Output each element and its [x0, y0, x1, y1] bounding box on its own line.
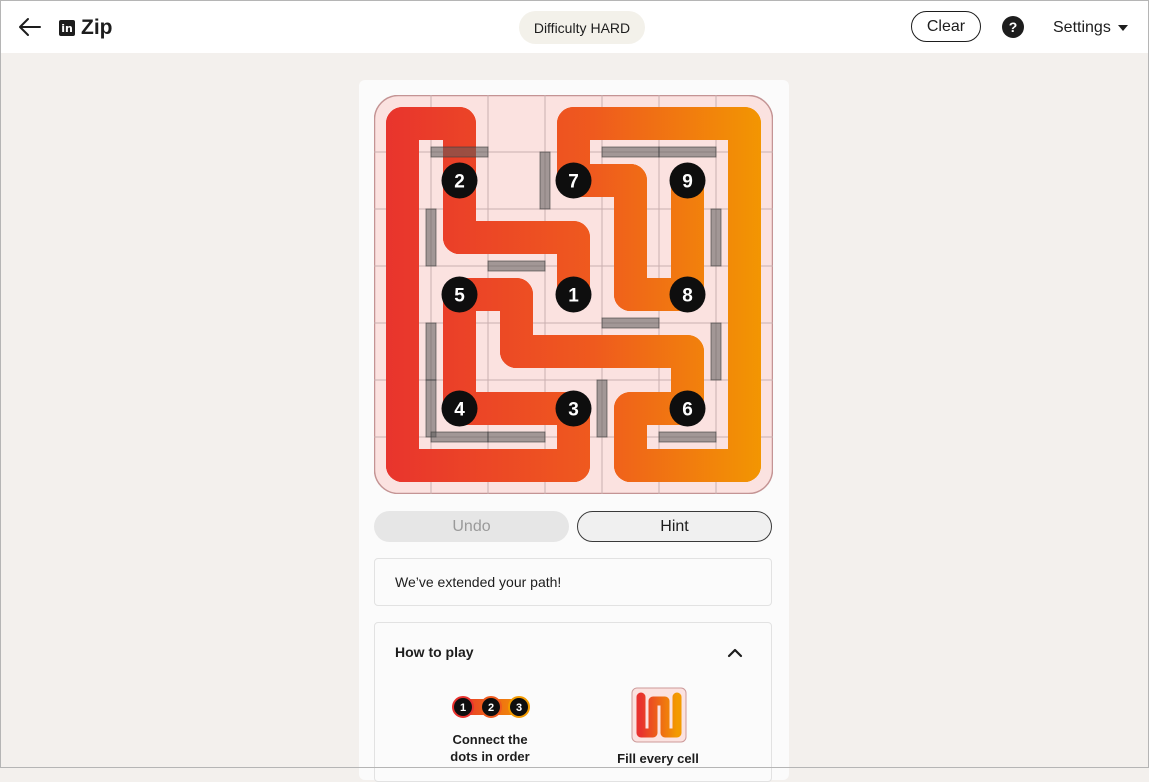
number-dot-label: 3 — [568, 400, 579, 421]
connect-dots-illustration: 1 2 3 — [452, 696, 530, 718]
difficulty-label: Difficulty — [533, 19, 587, 36]
wall-segment — [430, 431, 489, 443]
path-cell[interactable] — [443, 107, 476, 140]
wall-segment — [596, 379, 608, 438]
path-cell[interactable] — [614, 449, 647, 482]
path-cell[interactable] — [614, 392, 647, 425]
path-cell[interactable] — [386, 278, 419, 311]
tip-dot-label: 3 — [516, 702, 522, 714]
undo-button[interactable]: Undo — [374, 511, 569, 542]
chevron-up-icon[interactable] — [725, 643, 745, 663]
number-dot-label: 1 — [568, 286, 579, 307]
number-dot-label: 2 — [454, 172, 465, 193]
path-cell[interactable] — [386, 107, 419, 140]
help-icon[interactable]: ? — [1002, 16, 1024, 38]
wall-segment — [658, 146, 717, 158]
settings-dropdown[interactable]: Settings — [1053, 19, 1128, 37]
linkedin-icon: in — [59, 20, 75, 36]
wall-segment — [487, 260, 546, 272]
path-cell[interactable] — [614, 107, 647, 140]
tip-dot-label: 2 — [488, 702, 494, 714]
number-dot-label: 8 — [682, 286, 693, 307]
path-cell[interactable] — [671, 449, 704, 482]
path-cell[interactable] — [728, 164, 761, 197]
path-cell[interactable] — [557, 449, 590, 482]
wall-segment — [539, 151, 551, 210]
wall-segment — [487, 431, 546, 443]
wall-segment — [710, 208, 722, 267]
tip-connect-line: Connect the — [452, 732, 528, 747]
path-cell[interactable] — [500, 221, 533, 254]
number-dot-label: 6 — [682, 400, 693, 421]
wall-segment — [710, 322, 722, 381]
path-cell[interactable] — [443, 449, 476, 482]
path-cell[interactable] — [671, 221, 704, 254]
how-to-play-panel: How to play 1 2 3 Connect the dots in or… — [374, 622, 772, 782]
tip-connect-line: dots in order — [450, 749, 530, 764]
difficulty-level: HARD — [590, 19, 631, 36]
tip-fill-text: Fill every cell — [617, 751, 699, 766]
path-cell[interactable] — [614, 278, 647, 311]
path-cell[interactable] — [500, 449, 533, 482]
path-cell[interactable] — [614, 221, 647, 254]
number-dot-label: 4 — [454, 400, 465, 421]
path-cell[interactable] — [728, 278, 761, 311]
path-cell[interactable] — [728, 335, 761, 368]
path-cell[interactable] — [671, 107, 704, 140]
number-dot-label: 9 — [682, 172, 693, 193]
path-cell[interactable] — [728, 449, 761, 482]
how-to-play-title[interactable]: How to play — [395, 644, 474, 660]
caret-down-icon — [1117, 25, 1128, 31]
fill-cells-illustration — [631, 687, 687, 743]
puzzle-board[interactable]: 1 2 3 4 5 6 7 8 9 — [374, 95, 773, 494]
path-cell[interactable] — [671, 335, 704, 368]
wall-segment — [425, 322, 437, 381]
wall-segment — [425, 379, 437, 438]
path-cell[interactable] — [728, 221, 761, 254]
status-message-text: We’ve extended your path! — [395, 574, 562, 590]
path-cell[interactable] — [614, 164, 647, 197]
wall-segment — [601, 146, 660, 158]
settings-label: Settings — [1053, 19, 1111, 36]
path-cell[interactable] — [386, 164, 419, 197]
wall-segment — [425, 208, 437, 267]
clear-button[interactable]: Clear — [911, 11, 981, 42]
number-dot-label: 5 — [454, 286, 465, 307]
path-cell[interactable] — [386, 449, 419, 482]
path-cell[interactable] — [443, 335, 476, 368]
path-cell[interactable] — [386, 392, 419, 425]
path-cell[interactable] — [557, 221, 590, 254]
path-cell[interactable] — [500, 335, 533, 368]
wall-segment — [430, 146, 489, 158]
tip-dot-label: 1 — [460, 702, 466, 714]
wall-segment — [601, 317, 660, 329]
path-cell[interactable] — [557, 107, 590, 140]
path-cell[interactable] — [728, 107, 761, 140]
path-cell[interactable] — [557, 335, 590, 368]
path-cell[interactable] — [500, 278, 533, 311]
top-bar: in Zip Difficulty HARD Clear ? Settings — [1, 1, 1148, 53]
difficulty-badge: Difficulty HARD — [519, 11, 645, 44]
path-cell[interactable] — [500, 392, 533, 425]
hint-button[interactable]: Hint — [577, 511, 772, 542]
app-title: Zip — [81, 16, 113, 39]
status-message: We’ve extended your path! — [374, 558, 772, 606]
path-cell[interactable] — [443, 221, 476, 254]
path-cell[interactable] — [386, 335, 419, 368]
app-brand: in Zip — [59, 15, 113, 41]
path-cell[interactable] — [728, 392, 761, 425]
tip-connect-text: Connect the dots in order — [427, 731, 553, 765]
path-cell[interactable] — [614, 335, 647, 368]
path-cell[interactable] — [386, 221, 419, 254]
number-dot-label: 7 — [568, 172, 579, 193]
wall-segment — [658, 431, 717, 443]
back-arrow-icon[interactable] — [17, 14, 43, 40]
